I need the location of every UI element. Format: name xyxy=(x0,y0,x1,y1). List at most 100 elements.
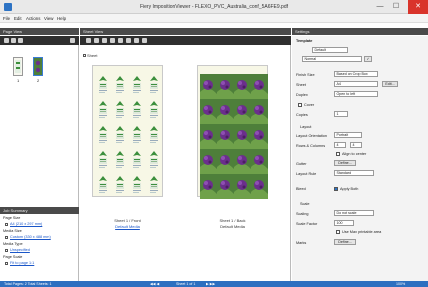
menu-actions[interactable]: Actions xyxy=(26,16,40,21)
front-tile xyxy=(96,74,110,96)
job-summary-header: Job Summary xyxy=(0,207,79,214)
scaling-select[interactable]: Do not scale xyxy=(334,210,374,216)
zoom-out-icon[interactable] xyxy=(110,38,115,43)
flip-icon[interactable] xyxy=(142,38,147,43)
select-tool-icon[interactable] xyxy=(86,38,91,43)
rows-input[interactable]: 4 xyxy=(334,142,346,148)
zoom-in-icon[interactable] xyxy=(102,38,107,43)
layout-section[interactable]: Layout xyxy=(300,125,311,129)
close-button[interactable]: ✕ xyxy=(408,0,428,14)
gutter-define-button[interactable]: Define... xyxy=(334,160,356,166)
status-zoom[interactable]: 100% xyxy=(396,281,405,287)
menu-edit[interactable]: Edit xyxy=(14,16,22,21)
status-sheet-counter: Sheet 1 of 1 xyxy=(176,282,196,286)
maximize-button[interactable]: ☐ xyxy=(388,0,404,14)
back-tile xyxy=(251,99,268,124)
back-tile xyxy=(251,149,268,174)
page-list-icon[interactable] xyxy=(18,38,23,43)
front-tile xyxy=(147,174,161,196)
front-tile xyxy=(96,174,110,196)
front-tile xyxy=(113,149,127,171)
bleed-value: Apply Both xyxy=(340,187,359,191)
page-thumbnails-panel: 1 2 xyxy=(0,45,79,207)
page-zoom-icon[interactable] xyxy=(70,38,75,43)
front-tile xyxy=(130,149,144,171)
scaling-label: Scaling xyxy=(296,212,309,216)
menu-help[interactable]: Help xyxy=(57,16,66,21)
front-tile xyxy=(96,99,110,121)
next-sheet-icon[interactable]: ▶ ▶▶ xyxy=(206,281,215,287)
scale-factor-label: Scale Factor xyxy=(296,222,318,226)
status-bar: Total Pages: 2 Total Sheets: 1 ◀◀ ◀ Shee… xyxy=(0,281,428,287)
page-thumbnail-2[interactable] xyxy=(33,57,43,76)
copies-input[interactable]: 1 xyxy=(334,111,348,117)
summary-page-size-link[interactable]: A4 (210 x 297 mm) xyxy=(10,222,42,226)
marks-label: Marks xyxy=(296,241,307,245)
summary-check-icon xyxy=(5,249,8,252)
summary-media-size-link[interactable]: Custom (330 x 488 mm) xyxy=(10,235,51,239)
front-tile xyxy=(147,149,161,171)
cover-checkbox[interactable] xyxy=(298,103,302,107)
properties-panel: Template Default Normal ✓ Finish Size Ba… xyxy=(292,36,428,281)
settings-header: Settings xyxy=(292,28,428,35)
scale-factor-input[interactable]: 100 xyxy=(334,220,354,226)
page-add-icon[interactable] xyxy=(4,38,9,43)
sheet-canvas[interactable]: Sheet Sheet 1 / Front Default Media Shee… xyxy=(80,45,291,281)
printable-area-checkbox[interactable] xyxy=(336,230,340,234)
gutter-label: Gutter xyxy=(296,162,307,166)
duplex-select[interactable]: Open to left xyxy=(334,91,378,97)
finish-size-select[interactable]: Based on Crop Box xyxy=(334,71,378,77)
marks-define-button[interactable]: Define... xyxy=(334,239,356,245)
marks-icon[interactable] xyxy=(134,38,139,43)
align-center-label: Align to center xyxy=(342,152,367,156)
summary-page-scale-link[interactable]: Fit to page 1:1 xyxy=(10,261,34,265)
sheet-back[interactable] xyxy=(197,65,268,199)
front-tile xyxy=(113,99,127,121)
page-grid-icon[interactable] xyxy=(11,38,16,43)
menu-view[interactable]: View xyxy=(44,16,53,21)
sheet-view-header: Sheet View xyxy=(80,28,291,35)
back-tile xyxy=(200,174,217,199)
template-select[interactable]: Default xyxy=(312,47,348,53)
hand-tool-icon[interactable] xyxy=(94,38,99,43)
sheet-select[interactable]: A4 xyxy=(334,81,378,87)
printable-area-label: Use Max printable area xyxy=(342,230,382,234)
summary-check-icon xyxy=(5,262,8,265)
layout-rule-select[interactable]: Standard xyxy=(334,170,374,176)
summary-check-icon xyxy=(5,236,8,239)
preset-select[interactable]: Normal xyxy=(302,56,362,62)
layout-orientation-select[interactable]: Portrait xyxy=(334,132,362,138)
thumb-1-art xyxy=(15,60,21,73)
back-caption: Sheet 1 / Back xyxy=(219,218,246,223)
sheet-label-prop: Sheet xyxy=(296,83,306,87)
page-thumbnail-1[interactable] xyxy=(13,57,23,76)
front-tile xyxy=(113,124,127,146)
back-tile xyxy=(251,124,268,149)
align-center-checkbox[interactable] xyxy=(336,152,340,156)
sheet-edit-button[interactable]: Edit... xyxy=(382,81,398,87)
summary-media-type-link[interactable]: Unspecified xyxy=(10,248,30,252)
scale-section[interactable]: Scale xyxy=(300,202,310,206)
sheet-collapse-icon[interactable] xyxy=(83,54,86,57)
back-tile xyxy=(251,174,268,199)
save-preset-button[interactable]: ✓ xyxy=(364,56,372,62)
back-tile xyxy=(234,149,251,174)
template-tab[interactable]: Template xyxy=(296,39,312,43)
window-title: Fiery ImpositionViewer - FLEXO_PVC_Austr… xyxy=(139,4,289,10)
menu-file[interactable]: File xyxy=(3,16,10,21)
columns-input[interactable]: 4 xyxy=(350,142,362,148)
bleed-checkbox[interactable] xyxy=(334,187,338,191)
front-tile xyxy=(96,149,110,171)
rows-columns-label: Rows & Columns xyxy=(296,144,326,148)
fit-page-icon[interactable] xyxy=(118,38,123,43)
rotate-icon[interactable] xyxy=(126,38,131,43)
sheet-front[interactable] xyxy=(92,65,163,197)
prev-sheet-icon[interactable]: ◀◀ ◀ xyxy=(150,281,159,287)
duplex-label: Duplex xyxy=(296,93,308,97)
thumb-label-2: 2 xyxy=(37,78,40,83)
minimize-button[interactable]: — xyxy=(372,0,388,14)
back-tile xyxy=(217,74,234,99)
front-tile xyxy=(113,174,127,196)
front-media-link[interactable]: Default Media xyxy=(92,224,163,229)
front-tile xyxy=(130,174,144,196)
